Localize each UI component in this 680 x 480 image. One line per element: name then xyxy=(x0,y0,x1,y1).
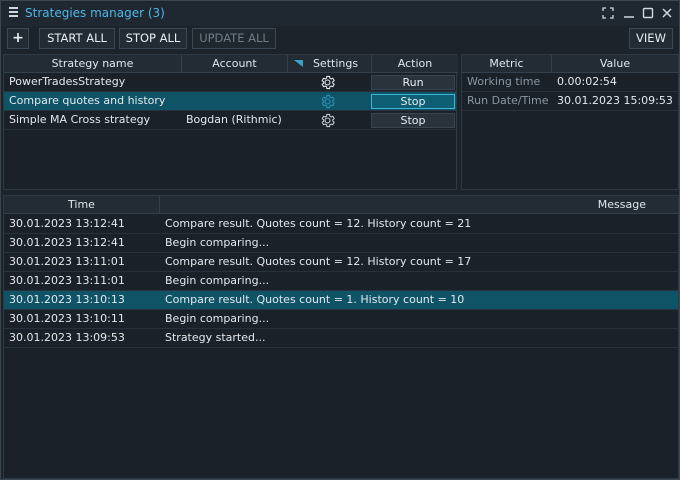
column-header-settings-label: Settings xyxy=(312,57,359,70)
log-row[interactable]: 30.01.2023 13:10:11 Begin comparing... xyxy=(4,310,678,329)
column-header-strategy-name[interactable]: Strategy name xyxy=(4,55,182,73)
log-time: 30.01.2023 13:11:01 xyxy=(9,274,125,287)
log-message: Begin comparing... xyxy=(165,274,270,287)
metric-value: 30.01.2023 15:09:53 xyxy=(557,94,673,107)
strategy-row-selected[interactable]: Compare quotes and history Stop xyxy=(4,92,456,111)
maximize-icon[interactable] xyxy=(641,6,655,20)
minimize-icon[interactable] xyxy=(622,6,636,20)
stop-strategy-button[interactable]: Stop xyxy=(371,113,455,128)
column-header-action[interactable]: Action xyxy=(372,55,458,73)
metric-label: Run Date/Time xyxy=(467,94,549,107)
strategy-account: Bogdan (Rithmic) xyxy=(186,113,282,126)
start-all-button[interactable]: START ALL xyxy=(39,28,115,49)
strategy-name: Compare quotes and history xyxy=(9,94,166,107)
column-header-time[interactable]: Time xyxy=(4,196,160,214)
log-message: Compare result. Quotes count = 12. Histo… xyxy=(165,217,472,230)
stop-strategy-button[interactable]: Stop xyxy=(371,94,455,109)
metrics-table: Metric Value Working time 0.00:02:54 Run… xyxy=(461,54,679,190)
close-icon[interactable] xyxy=(660,6,674,20)
metric-label: Working time xyxy=(467,75,541,88)
column-header-settings[interactable]: Settings xyxy=(288,55,372,73)
update-all-button[interactable]: UPDATE ALL xyxy=(192,28,276,49)
log-row[interactable]: 30.01.2023 13:11:01 Begin comparing... xyxy=(4,272,678,291)
sort-indicator-icon xyxy=(294,60,303,67)
metric-row: Run Date/Time 30.01.2023 15:09:53 xyxy=(462,92,678,111)
view-button[interactable]: VIEW xyxy=(629,28,673,49)
log-message: Strategy started... xyxy=(165,331,266,344)
log-time: 30.01.2023 13:11:01 xyxy=(9,255,125,268)
title-bar: Strategies manager (3) xyxy=(1,1,679,26)
settings-gear-icon[interactable] xyxy=(319,93,336,110)
log-message: Begin comparing... xyxy=(165,236,270,249)
log-message: Compare result. Quotes count = 12. Histo… xyxy=(165,255,472,268)
log-row[interactable]: 30.01.2023 13:12:41 Begin comparing... xyxy=(4,234,678,253)
log-time: 30.01.2023 13:12:41 xyxy=(9,217,125,230)
log-row[interactable]: 30.01.2023 13:09:53 Strategy started... xyxy=(4,329,678,348)
column-header-value[interactable]: Value xyxy=(552,55,678,73)
window-title: Strategies manager (3) xyxy=(25,6,165,20)
settings-gear-icon[interactable] xyxy=(319,74,336,91)
strategy-row[interactable]: Simple MA Cross strategy Bogdan (Rithmic… xyxy=(4,111,456,130)
log-time: 30.01.2023 13:10:11 xyxy=(9,312,125,325)
metric-row: Working time 0.00:02:54 xyxy=(462,73,678,92)
log-time: 30.01.2023 13:09:53 xyxy=(9,331,125,344)
strategy-account xyxy=(186,92,286,110)
column-header-account[interactable]: Account xyxy=(182,55,288,73)
menu-icon[interactable] xyxy=(9,7,19,19)
strategy-name: PowerTradesStrategy xyxy=(9,75,126,88)
expand-icon[interactable] xyxy=(601,6,615,20)
run-strategy-button[interactable]: Run xyxy=(371,75,455,90)
log-row-selected[interactable]: 30.01.2023 13:10:13 Compare result. Quot… xyxy=(4,291,678,310)
log-row[interactable]: 30.01.2023 13:11:01 Compare result. Quot… xyxy=(4,253,678,272)
log-time: 30.01.2023 13:12:41 xyxy=(9,236,125,249)
strategy-name: Simple MA Cross strategy xyxy=(9,113,151,126)
log-time: 30.01.2023 13:10:13 xyxy=(9,293,125,306)
log-row[interactable]: 30.01.2023 13:12:41 Compare result. Quot… xyxy=(4,215,678,234)
strategies-table: Strategy name Account Settings Action Po… xyxy=(3,54,458,190)
log-table: Time Message 30.01.2023 13:12:41 Compare… xyxy=(3,195,679,479)
strategy-account xyxy=(186,73,286,91)
log-message: Begin comparing... xyxy=(165,312,270,325)
column-header-metric[interactable]: Metric xyxy=(462,55,552,73)
metric-value: 0.00:02:54 xyxy=(557,75,617,88)
toolbar: + START ALL STOP ALL UPDATE ALL VIEW xyxy=(1,28,679,50)
strategies-manager-window: Strategies manager (3) + START ALL STOP … xyxy=(0,0,680,480)
stop-all-button[interactable]: STOP ALL xyxy=(119,28,187,49)
settings-gear-icon[interactable] xyxy=(319,112,336,129)
column-header-message[interactable]: Message xyxy=(160,196,678,214)
strategy-row[interactable]: PowerTradesStrategy Run xyxy=(4,73,456,92)
log-message: Compare result. Quotes count = 1. Histor… xyxy=(165,293,465,306)
add-strategy-button[interactable]: + xyxy=(7,28,29,49)
